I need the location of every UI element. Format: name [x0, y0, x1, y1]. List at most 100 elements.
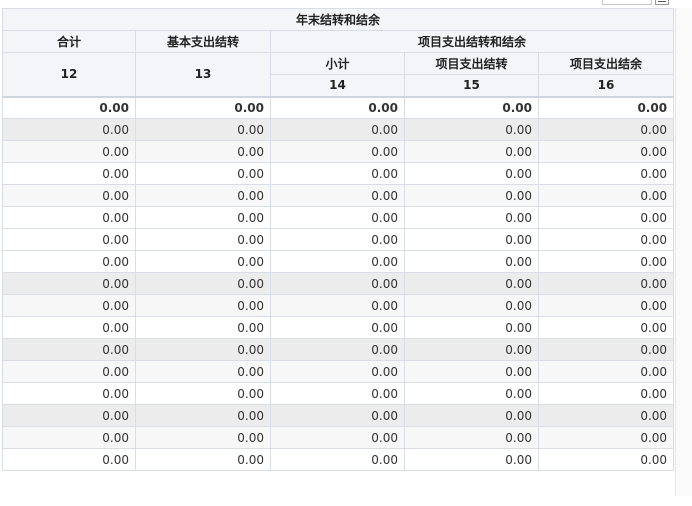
- table-cell[interactable]: 0.00: [135, 206, 271, 229]
- table-cell[interactable]: 0.00: [404, 250, 539, 273]
- table-cell[interactable]: 0.00: [537, 206, 675, 229]
- table-cell[interactable]: 0.00: [537, 448, 675, 471]
- table-cell[interactable]: 0.00: [135, 426, 271, 449]
- table-cell[interactable]: 0.00: [2, 118, 136, 141]
- table-cell[interactable]: 0.00: [135, 95, 271, 119]
- table-cell[interactable]: 0.00: [404, 118, 539, 141]
- table-cell[interactable]: 0.00: [537, 228, 675, 251]
- table-cell[interactable]: 0.00: [270, 206, 405, 229]
- table-cell[interactable]: 0.00: [404, 360, 539, 383]
- table-cell[interactable]: 0.00: [404, 426, 539, 449]
- table-cell[interactable]: 0.00: [135, 272, 271, 295]
- table-row[interactable]: 0.00 0.00 0.00 0.00 0.00: [2, 162, 675, 185]
- table-cell[interactable]: 0.00: [2, 360, 136, 383]
- table-cell[interactable]: 0.00: [2, 338, 136, 361]
- table-cell[interactable]: 0.00: [2, 294, 136, 317]
- table-cell[interactable]: 0.00: [270, 448, 405, 471]
- table-cell[interactable]: 0.00: [2, 316, 136, 339]
- table-cell[interactable]: 0.00: [2, 162, 136, 185]
- table-row[interactable]: 0.00 0.00 0.00 0.00 0.00: [2, 294, 675, 317]
- table-cell[interactable]: 0.00: [2, 448, 136, 471]
- table-cell[interactable]: 0.00: [270, 250, 405, 273]
- table-cell[interactable]: 0.00: [537, 118, 675, 141]
- table-cell[interactable]: 0.00: [404, 338, 539, 361]
- table-cell[interactable]: 0.00: [537, 294, 675, 317]
- vertical-scrollbar[interactable]: [675, 8, 692, 496]
- table-cell[interactable]: 0.00: [270, 272, 405, 295]
- table-cell[interactable]: 0.00: [270, 184, 405, 207]
- table-cell[interactable]: 0.00: [270, 404, 405, 427]
- table-cell[interactable]: 0.00: [2, 95, 136, 119]
- table-cell[interactable]: 0.00: [270, 360, 405, 383]
- table-cell[interactable]: 0.00: [270, 316, 405, 339]
- table-cell[interactable]: 0.00: [537, 338, 675, 361]
- table-row[interactable]: 0.00 0.00 0.00 0.00 0.00: [2, 338, 675, 361]
- table-cell[interactable]: 0.00: [404, 448, 539, 471]
- table-cell[interactable]: 0.00: [404, 140, 539, 163]
- table-cell[interactable]: 0.00: [135, 184, 271, 207]
- table-cell[interactable]: 0.00: [135, 294, 271, 317]
- table-cell[interactable]: 0.00: [2, 228, 136, 251]
- table-cell[interactable]: 0.00: [404, 404, 539, 427]
- table-cell[interactable]: 0.00: [270, 382, 405, 405]
- table-row[interactable]: 0.00 0.00 0.00 0.00 0.00: [2, 316, 675, 339]
- table-cell[interactable]: 0.00: [270, 338, 405, 361]
- table-cell[interactable]: 0.00: [537, 272, 675, 295]
- table-cell[interactable]: 0.00: [537, 316, 675, 339]
- table-row[interactable]: 0.00 0.00 0.00 0.00 0.00: [2, 404, 675, 427]
- table-row[interactable]: 0.00 0.00 0.00 0.00 0.00: [2, 95, 675, 119]
- table-cell[interactable]: 0.00: [135, 250, 271, 273]
- table-cell[interactable]: 0.00: [404, 162, 539, 185]
- table-cell[interactable]: 0.00: [135, 140, 271, 163]
- table-cell[interactable]: 0.00: [135, 360, 271, 383]
- table-cell[interactable]: 0.00: [2, 250, 136, 273]
- table-cell[interactable]: 0.00: [135, 448, 271, 471]
- table-cell[interactable]: 0.00: [270, 426, 405, 449]
- table-cell[interactable]: 0.00: [270, 95, 405, 119]
- header-basic-carryover[interactable]: 基本支出结转: [135, 30, 271, 53]
- table-cell[interactable]: 0.00: [537, 95, 675, 119]
- table-cell[interactable]: 0.00: [537, 250, 675, 273]
- table-cell[interactable]: 0.00: [2, 206, 136, 229]
- table-row[interactable]: 0.00 0.00 0.00 0.00 0.00: [2, 140, 675, 163]
- table-row[interactable]: 0.00 0.00 0.00 0.00 0.00: [2, 272, 675, 295]
- table-cell[interactable]: 0.00: [404, 272, 539, 295]
- table-cell[interactable]: 0.00: [537, 426, 675, 449]
- table-cell[interactable]: 0.00: [2, 426, 136, 449]
- header-project-carryover[interactable]: 项目支出结转: [404, 52, 539, 75]
- table-cell[interactable]: 0.00: [404, 228, 539, 251]
- header-project-balance[interactable]: 项目支出结余: [537, 52, 675, 75]
- table-row[interactable]: 0.00 0.00 0.00 0.00 0.00: [2, 448, 675, 471]
- page-size-input[interactable]: [602, 0, 652, 5]
- table-cell[interactable]: 0.00: [270, 294, 405, 317]
- table-cell[interactable]: 0.00: [2, 140, 136, 163]
- table-cell[interactable]: 0.00: [404, 382, 539, 405]
- table-cell[interactable]: 0.00: [135, 228, 271, 251]
- table-cell[interactable]: 0.00: [404, 316, 539, 339]
- table-cell[interactable]: 0.00: [135, 404, 271, 427]
- table-cell[interactable]: 0.00: [537, 140, 675, 163]
- table-cell[interactable]: 0.00: [2, 272, 136, 295]
- table-row[interactable]: 0.00 0.00 0.00 0.00 0.00: [2, 250, 675, 273]
- table-cell[interactable]: 0.00: [537, 382, 675, 405]
- table-cell[interactable]: 0.00: [537, 360, 675, 383]
- table-cell[interactable]: 0.00: [2, 382, 136, 405]
- table-cell[interactable]: 0.00: [135, 382, 271, 405]
- table-cell[interactable]: 0.00: [404, 206, 539, 229]
- header-total[interactable]: 合计: [2, 30, 136, 53]
- minimize-icon[interactable]: [655, 0, 669, 5]
- table-cell[interactable]: 0.00: [2, 184, 136, 207]
- header-subtotal[interactable]: 小计: [270, 52, 405, 75]
- table-cell[interactable]: 0.00: [135, 162, 271, 185]
- table-cell[interactable]: 0.00: [537, 184, 675, 207]
- table-cell[interactable]: 0.00: [270, 118, 405, 141]
- table-row[interactable]: 0.00 0.00 0.00 0.00 0.00: [2, 426, 675, 449]
- table-cell[interactable]: 0.00: [135, 118, 271, 141]
- table-cell[interactable]: 0.00: [404, 294, 539, 317]
- table-cell[interactable]: 0.00: [270, 162, 405, 185]
- table-row[interactable]: 0.00 0.00 0.00 0.00 0.00: [2, 118, 675, 141]
- table-cell[interactable]: 0.00: [270, 140, 405, 163]
- table-row[interactable]: 0.00 0.00 0.00 0.00 0.00: [2, 382, 675, 405]
- table-cell[interactable]: 0.00: [404, 184, 539, 207]
- table-cell[interactable]: 0.00: [537, 162, 675, 185]
